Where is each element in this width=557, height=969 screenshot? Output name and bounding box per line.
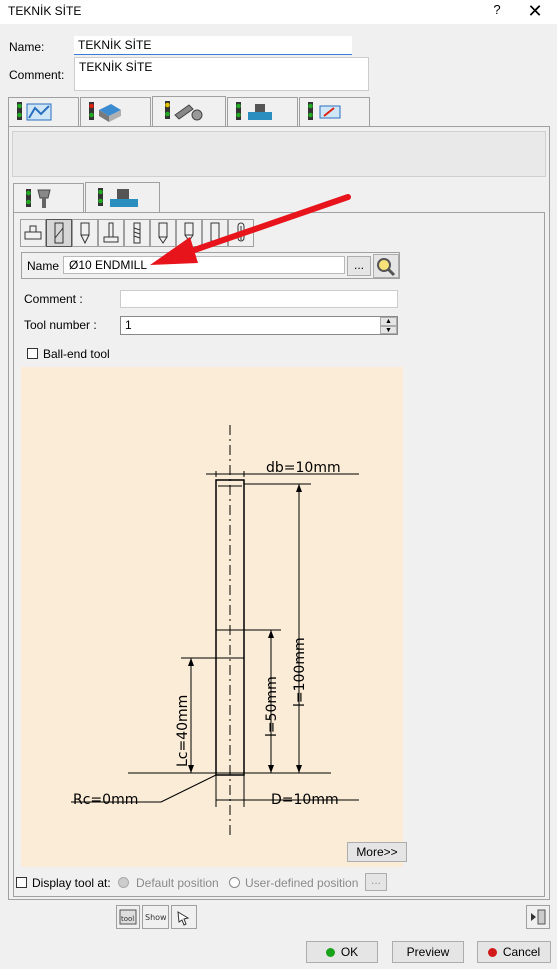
- ok-label: OK: [340, 945, 359, 959]
- catalog-icon: tool: [119, 909, 137, 925]
- spin-down-icon[interactable]: ▼: [380, 326, 397, 334]
- tool-icon: [165, 101, 203, 121]
- help-button[interactable]: ?: [490, 2, 504, 20]
- tool-assembly-icon: [26, 189, 51, 208]
- ok-icon: [325, 948, 335, 957]
- tab-tool[interactable]: [152, 96, 226, 127]
- ball-end-checkbox[interactable]: [27, 348, 38, 359]
- svg-text:tool: tool: [121, 915, 134, 923]
- tab-strategy[interactable]: [8, 97, 79, 126]
- macros-icon: [308, 102, 341, 120]
- tool-catalog-button[interactable]: tool: [116, 905, 140, 929]
- close-button[interactable]: ✕: [524, 1, 546, 21]
- tool-comment-input[interactable]: [120, 290, 398, 308]
- l-dimension-label: l=100mm: [292, 637, 308, 707]
- display-tool-checkbox[interactable]: [16, 877, 27, 888]
- ls-dimension-label: l=50mm: [264, 676, 280, 737]
- tool-comment-label: Comment :: [24, 292, 83, 306]
- subtab-tool-assembly[interactable]: [13, 183, 84, 213]
- message-area: [12, 131, 546, 177]
- strategy-icon: [17, 102, 52, 121]
- drill-icon: [80, 222, 90, 245]
- preview-button[interactable]: Preview: [392, 941, 464, 963]
- user-position-label: User-defined position: [245, 876, 359, 890]
- end-mill-icon: [54, 222, 64, 244]
- show-icon: Show: [145, 913, 167, 922]
- geometry-icon: [89, 102, 121, 122]
- window-title: TEKNİK SİTE: [8, 4, 82, 18]
- name-input[interactable]: TEKNİK SİTE: [74, 36, 352, 55]
- feeds-speeds-icon: [236, 102, 272, 120]
- show-button[interactable]: Show: [142, 905, 169, 929]
- tab-macros[interactable]: [299, 97, 370, 126]
- ok-button[interactable]: OK: [306, 941, 378, 963]
- tool-search-button[interactable]: [373, 254, 399, 278]
- db-dimension-label: db=10mm: [266, 460, 341, 476]
- user-position-radio[interactable]: [229, 877, 240, 888]
- cancel-button[interactable]: Cancel: [477, 941, 551, 963]
- rc-dimension-label: Rc=0mm: [73, 792, 138, 808]
- d-dimension-label: D=10mm: [271, 792, 339, 808]
- title-bar: [0, 0, 557, 24]
- end-mill-button[interactable]: [46, 219, 72, 247]
- face-mill-button[interactable]: [20, 219, 46, 247]
- comment-input[interactable]: TEKNİK SİTE: [74, 57, 369, 91]
- svg-text:Show: Show: [145, 913, 167, 922]
- tool-number-input[interactable]: 1: [120, 316, 398, 335]
- pick-button[interactable]: [171, 905, 197, 929]
- tool-drawing: db=10mm l=100mm l=50mm Lc=40mm Rc=0mm D=…: [71, 425, 359, 835]
- t-slotter-button[interactable]: [98, 219, 124, 247]
- user-position-browse-button[interactable]: ...: [365, 873, 387, 891]
- drill-button[interactable]: [72, 219, 98, 247]
- tool-drawing-area: db=10mm l=100mm l=50mm Lc=40mm Rc=0mm D=…: [21, 367, 403, 867]
- cancel-icon: [487, 948, 497, 957]
- display-tool-label: Display tool at:: [32, 876, 111, 890]
- spin-up-icon[interactable]: ▲: [380, 317, 397, 326]
- t-slotter-icon: [103, 222, 119, 243]
- comment-label: Comment:: [9, 68, 65, 82]
- default-position-radio[interactable]: [118, 877, 129, 888]
- default-position-label: Default position: [136, 876, 219, 890]
- pick-icon: [177, 911, 190, 926]
- name-label: Name:: [9, 40, 45, 54]
- tool-number-label: Tool number :: [24, 318, 97, 332]
- face-mill-icon: [24, 225, 42, 240]
- tab-feeds-speeds[interactable]: [227, 97, 298, 126]
- tab-geometry[interactable]: [80, 97, 151, 126]
- red-arrow-annotation: [150, 194, 351, 265]
- tool-number-spinner[interactable]: ▲ ▼: [380, 317, 397, 334]
- magnifier-icon: [377, 258, 396, 277]
- expand-icon: [531, 909, 546, 925]
- side-panel-button[interactable]: [526, 905, 550, 929]
- cancel-label: Cancel: [502, 945, 541, 959]
- more-button[interactable]: More>>: [347, 842, 407, 862]
- tool-name-label: Name: [27, 259, 60, 273]
- lc-dimension-label: Lc=40mm: [175, 695, 191, 767]
- ball-end-label: Ball-end tool: [43, 347, 110, 361]
